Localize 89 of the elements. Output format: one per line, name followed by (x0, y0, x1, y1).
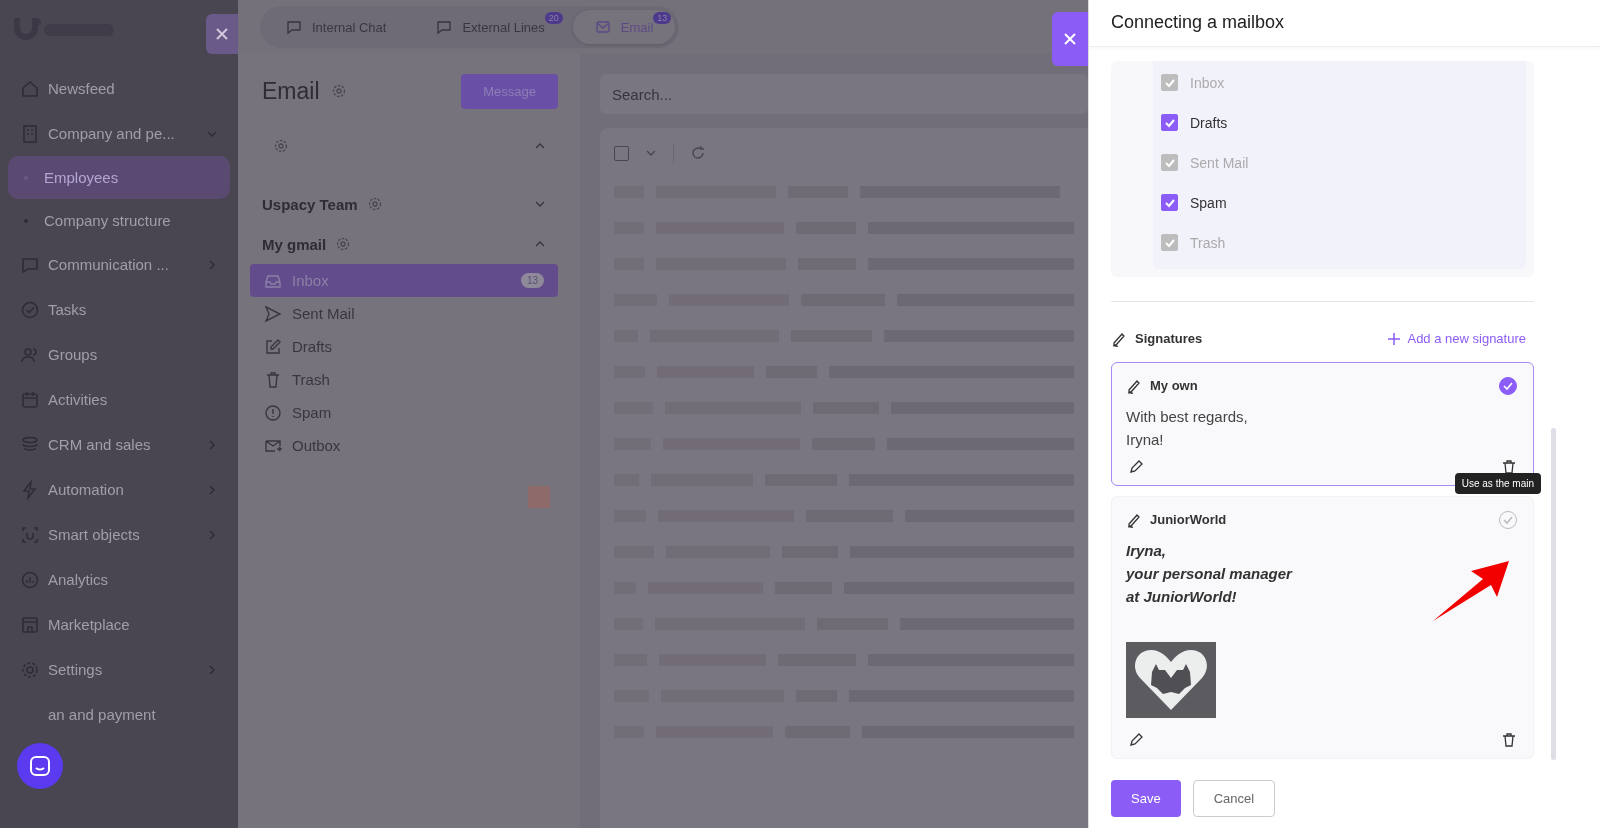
folder-item[interactable]: Drafts (250, 330, 558, 363)
sidebar-label: Groups (48, 346, 99, 363)
sidebar-item[interactable]: Communication ... (8, 242, 230, 287)
settings-icon[interactable] (331, 84, 346, 98)
folder-checkbox[interactable]: Drafts (1161, 102, 1518, 143)
chat-icon (436, 19, 453, 35)
chart-icon (20, 569, 40, 590)
chat-icon (29, 755, 51, 777)
trash-icon[interactable] (1501, 458, 1517, 475)
sidebar-item[interactable]: Company structure (8, 199, 230, 242)
signature-text: With best regards, Iryna! (1126, 406, 1248, 450)
sidebar-item[interactable]: Analytics (8, 557, 230, 602)
sidebar-label: Tasks (48, 301, 88, 318)
mailbox-name[interactable]: My gmail (262, 235, 327, 253)
folder-checkbox[interactable]: Spam (1161, 182, 1518, 223)
search-field[interactable]: Search... (600, 74, 1088, 114)
close-button[interactable] (1052, 12, 1088, 66)
settings-icon[interactable] (367, 197, 382, 211)
sidebar-label: Newsfeed (48, 80, 116, 97)
sidebar-item[interactable]: CRM and sales (8, 422, 230, 467)
trash-icon[interactable] (1501, 731, 1517, 748)
sidebar-label: Analytics (48, 571, 110, 588)
sidebar-item[interactable]: Company and pe... (8, 111, 230, 156)
home-icon (20, 78, 40, 99)
envelope-icon (594, 19, 611, 35)
sidebar-label: Marketplace (48, 616, 131, 633)
sidebar-label: an and payment (48, 706, 157, 723)
sidebar-item[interactable]: Groups (8, 332, 230, 377)
checkbox[interactable] (614, 145, 629, 161)
settings-icon[interactable] (336, 237, 351, 251)
sidebar-label: Company and pe... (48, 125, 176, 142)
sidebar-item[interactable]: Automation (8, 467, 230, 512)
sidebar-label: CRM and sales (48, 436, 152, 453)
folder-item[interactable]: Trash (250, 363, 558, 396)
warning-icon (264, 403, 282, 422)
tooltip: Use as the main (1454, 472, 1541, 494)
sidebar-label: Employees (44, 169, 120, 186)
sidebar-item[interactable]: Newsfeed (8, 66, 230, 111)
sidebar-item[interactable]: Settings (8, 647, 230, 692)
sidebar-label: Automation (48, 481, 125, 498)
paper-plane-icon (264, 304, 282, 323)
sidebar-label: Communication ... (48, 256, 170, 273)
section-title: Signatures (1135, 331, 1203, 347)
sidebar-label: Activities (48, 391, 109, 408)
sidebar-item[interactable]: Tasks (8, 287, 230, 332)
calendar-icon (20, 389, 40, 410)
count-badge: 13 (653, 12, 672, 24)
building-icon (20, 123, 40, 144)
sidebar-label: Company structure (44, 212, 172, 229)
store-icon (20, 614, 40, 635)
sidebar-item[interactable]: Smart objects (8, 512, 230, 557)
refresh-icon[interactable] (690, 145, 706, 161)
panel-title: Connecting a mailbox (1111, 12, 1285, 34)
pencil-icon[interactable] (1128, 731, 1144, 748)
trash-icon (264, 370, 282, 389)
checkbox[interactable] (1161, 114, 1178, 132)
main-check-icon[interactable] (1499, 376, 1517, 395)
folder-item[interactable]: Spam (250, 396, 558, 429)
scrollbar[interactable] (1551, 428, 1556, 760)
sidebar-item[interactable]: an and payment (8, 692, 230, 737)
sidebar-item[interactable]: Employees (8, 156, 230, 199)
pencil-icon[interactable] (1128, 458, 1144, 475)
mailbox-name[interactable]: Uspacy Team (262, 195, 358, 213)
sidebar-item[interactable]: Activities (8, 377, 230, 422)
close-icon (215, 27, 229, 41)
close-button[interactable] (206, 14, 238, 54)
folder-item[interactable]: Sent Mail (250, 297, 558, 330)
close-icon (1063, 32, 1077, 46)
signature-text: Iryna, your personal manager at JuniorWorld! (1126, 540, 1292, 607)
add-signature-link[interactable]: Add a new signature (1387, 331, 1526, 347)
sidebar-label: Settings (48, 661, 104, 678)
settings-icon[interactable] (274, 139, 288, 153)
cancel-button[interactable]: Cancel (1192, 779, 1276, 817)
sidebar-label: Smart objects (48, 526, 141, 543)
chat-bubble-button[interactable] (17, 743, 63, 789)
chat-icon (286, 19, 302, 35)
count-badge: 13 (520, 273, 544, 288)
signature-name: My own (1150, 378, 1199, 394)
scan-icon (20, 524, 40, 545)
save-button[interactable]: Save (1111, 779, 1181, 817)
page-title: Email (262, 77, 320, 105)
count-badge: 20 (544, 12, 563, 24)
settings-icon (20, 659, 40, 680)
checkbox[interactable] (1161, 194, 1178, 212)
folder-item[interactable]: Outbox (250, 429, 558, 462)
sidebar-item[interactable]: Marketplace (8, 602, 230, 647)
plus-icon (1387, 331, 1402, 346)
signature-name: JuniorWorld (1150, 512, 1228, 528)
check-icon (20, 299, 40, 320)
